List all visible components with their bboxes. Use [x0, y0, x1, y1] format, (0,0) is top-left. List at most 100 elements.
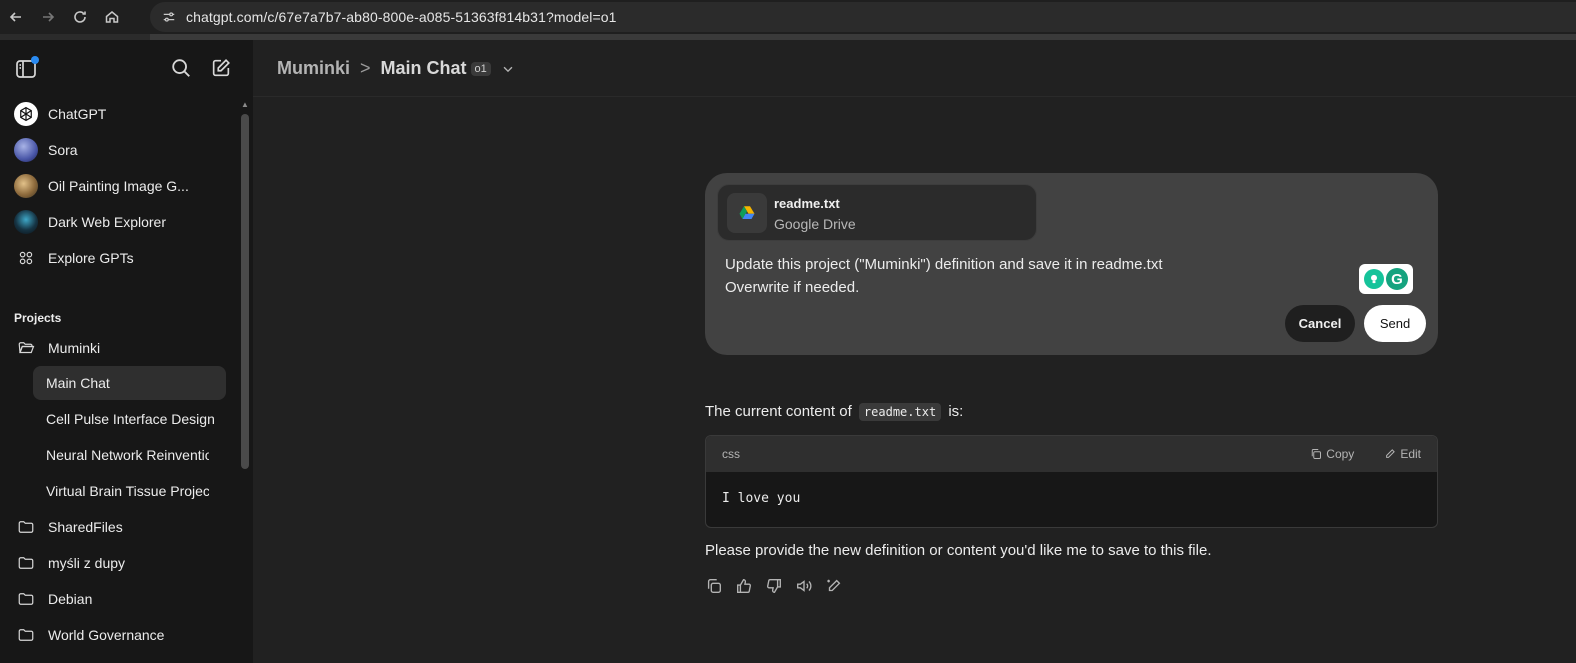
- send-button[interactable]: Send: [1364, 305, 1426, 342]
- folder-icon: [14, 623, 38, 647]
- dark-web-avatar: [14, 210, 38, 234]
- sidebar-item-sora[interactable]: Sora: [6, 133, 228, 167]
- folder-icon: [14, 515, 38, 539]
- sidebar-item-cell-pulse[interactable]: Cell Pulse Interface Design: [33, 402, 226, 436]
- sidebar-scrollbar[interactable]: [241, 114, 249, 469]
- copy-icon: [707, 579, 721, 593]
- sidebar-item-muminki[interactable]: Muminki: [6, 331, 228, 365]
- file-source: Google Drive: [774, 216, 856, 232]
- edit-message-card: readme.txt Google Drive Update this proj…: [705, 173, 1438, 355]
- google-drive-icon: [727, 193, 767, 233]
- sidebar-item-label: Cell Pulse Interface Design: [46, 411, 215, 427]
- sidebar-item-label: Explore GPTs: [48, 250, 134, 266]
- response-intro: The current content of readme.txt is:: [705, 403, 964, 421]
- folder-icon: [14, 587, 38, 611]
- address-bar[interactable]: chatgpt.com/c/67e7a7b7-ab80-800e-a085-51…: [150, 2, 1576, 32]
- folder-open-icon: [14, 336, 38, 360]
- sidebar-item-chatgpt[interactable]: ChatGPT: [6, 97, 228, 131]
- sidebar-item-label: myśli z dupy: [48, 555, 126, 571]
- folder-icon: [14, 551, 38, 575]
- chat-title[interactable]: Main Chat: [381, 58, 467, 79]
- sidebar: ▲ ChatGPT Sora Oil Painting Image G... D…: [0, 40, 253, 663]
- site-settings-icon[interactable]: [158, 6, 180, 28]
- inline-code: readme.txt: [858, 403, 942, 421]
- search-chats-button[interactable]: [170, 57, 192, 79]
- chatgpt-logo-icon: [14, 102, 38, 126]
- message-line: Update this project ("Muminki") definiti…: [725, 256, 1163, 273]
- sidebar-item-label: Neural Network Reinvention: [46, 447, 209, 463]
- notification-dot: [31, 56, 39, 64]
- forward-button[interactable]: [32, 0, 64, 34]
- reload-button[interactable]: [64, 0, 96, 34]
- projects-heading: Projects: [14, 311, 62, 325]
- file-attachment[interactable]: readme.txt Google Drive: [717, 184, 1037, 241]
- sidebar-item-label: SharedFiles: [48, 519, 123, 535]
- pencil-icon: [1386, 449, 1396, 458]
- sidebar-item-world-governance[interactable]: World Governance: [6, 618, 228, 652]
- sidebar-header: [0, 40, 253, 96]
- browser-toolbar: chatgpt.com/c/67e7a7b7-ab80-800e-a085-51…: [0, 0, 1576, 34]
- sidebar-item-dark-web-explorer[interactable]: Dark Web Explorer: [6, 205, 228, 239]
- response-closing: Please provide the new definition or con…: [705, 542, 1212, 559]
- sidebar-item-label: Muminki: [48, 340, 101, 356]
- file-name: readme.txt: [774, 196, 840, 211]
- grammarly-widget[interactable]: G: [1359, 264, 1413, 294]
- pencil-sparkle-icon: [827, 579, 841, 592]
- sidebar-item-sharedfiles[interactable]: SharedFiles: [6, 510, 228, 544]
- sidebar-item-label: Sora: [48, 142, 78, 158]
- model-badge: o1: [470, 61, 491, 76]
- bulb-icon[interactable]: [1364, 269, 1384, 289]
- grid-icon: [14, 246, 38, 270]
- read-aloud-button[interactable]: [795, 577, 813, 595]
- sidebar-item-label: Oil Painting Image G...: [48, 178, 189, 194]
- breadcrumb: Muminki > Main Chat o1: [277, 58, 515, 79]
- home-icon: [105, 11, 119, 23]
- back-button[interactable]: [0, 0, 32, 34]
- sidebar-item-neural-network[interactable]: Neural Network Reinvention: [33, 438, 209, 472]
- sidebar-item-label: Dark Web Explorer: [48, 214, 167, 230]
- copy-code-button[interactable]: Copy: [1310, 447, 1354, 461]
- arrow-left-icon: [9, 12, 21, 22]
- grammarly-icon[interactable]: G: [1386, 268, 1408, 290]
- copy-icon: [1312, 449, 1322, 459]
- home-button[interactable]: [96, 0, 128, 34]
- arrow-right-icon: [43, 12, 55, 22]
- sidebar-item-label: ChatGPT: [48, 106, 107, 122]
- response-text: The current content of: [705, 403, 852, 420]
- reload-icon: [74, 11, 86, 23]
- message-line: Overwrite if needed.: [725, 279, 860, 296]
- thumbs-up-button[interactable]: [735, 577, 753, 595]
- thumbs-up-icon: [737, 579, 751, 593]
- copy-label: Copy: [1326, 447, 1355, 461]
- speaker-icon: [797, 580, 812, 592]
- oil-painting-avatar: [14, 174, 38, 198]
- sidebar-toggle-button[interactable]: [14, 56, 39, 81]
- chevron-right-icon: >: [360, 58, 371, 78]
- sidebar-item-mysli-z-dupy[interactable]: myśli z dupy: [6, 546, 228, 580]
- scroll-up-arrow[interactable]: ▲: [240, 101, 250, 109]
- sidebar-item-debian[interactable]: Debian: [6, 582, 228, 616]
- edit-label: Edit: [1400, 447, 1421, 461]
- edit-code-button[interactable]: Edit: [1384, 447, 1421, 461]
- sidebar-item-label: Virtual Brain Tissue Project: [46, 483, 209, 499]
- thumbs-down-button[interactable]: [765, 577, 783, 595]
- sidebar-item-explore-gpts[interactable]: Explore GPTs: [6, 241, 228, 275]
- new-chat-icon: [212, 59, 230, 77]
- sidebar-item-label: World Governance: [48, 627, 165, 643]
- breadcrumb-project[interactable]: Muminki: [277, 58, 350, 79]
- message-input[interactable]: Update this project ("Muminki") definiti…: [725, 253, 1163, 299]
- copy-response-button[interactable]: [705, 577, 723, 595]
- new-chat-button[interactable]: [210, 57, 232, 79]
- edit-in-canvas-button[interactable]: [825, 577, 843, 595]
- response-text: is:: [948, 403, 964, 420]
- sidebar-item-main-chat[interactable]: Main Chat: [33, 366, 226, 400]
- sora-avatar: [14, 138, 38, 162]
- url-text: chatgpt.com/c/67e7a7b7-ab80-800e-a085-51…: [186, 9, 617, 25]
- sidebar-item-virtual-brain[interactable]: Virtual Brain Tissue Project: [33, 474, 209, 508]
- sidebar-item-label: Main Chat: [46, 375, 110, 391]
- thumbs-down-icon: [767, 579, 781, 593]
- chevron-down-icon[interactable]: [501, 62, 515, 76]
- cancel-button[interactable]: Cancel: [1285, 305, 1355, 342]
- sidebar-item-oil-painting[interactable]: Oil Painting Image G...: [6, 169, 228, 203]
- code-block: css Copy Edit I love you: [705, 435, 1438, 528]
